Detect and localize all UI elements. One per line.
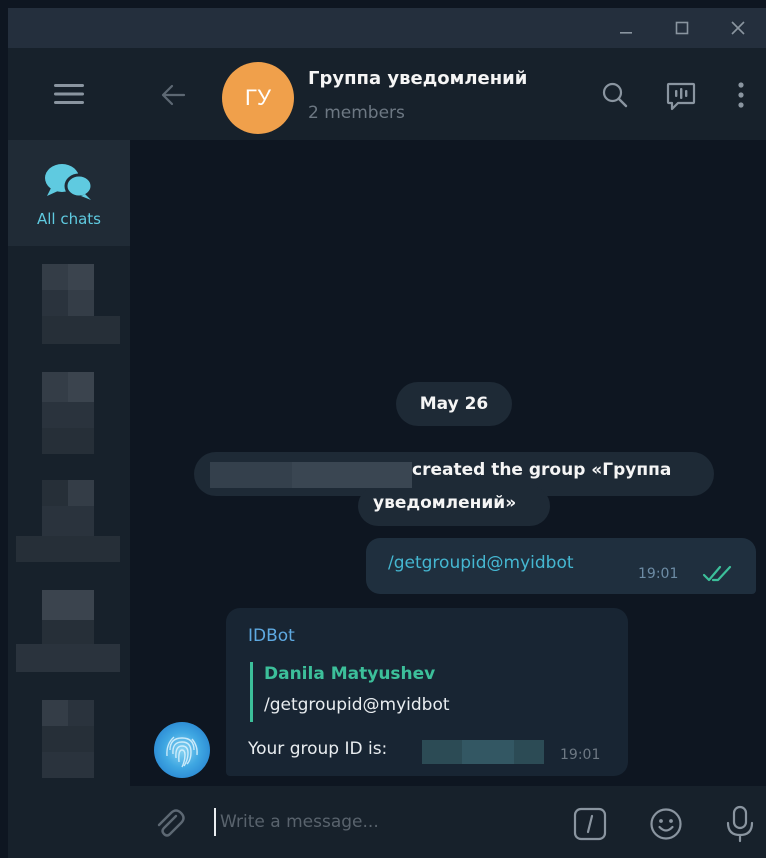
folders-sidebar: All chats — [8, 48, 130, 858]
service-message-text: created the group «Группа — [412, 460, 672, 480]
reply-quote-author[interactable]: Danila Matyushev — [264, 664, 435, 684]
message-input[interactable] — [220, 804, 540, 840]
chat-header: ГУ Группа уведомлений 2 members — [130, 48, 766, 140]
chat-members-count[interactable]: 2 members — [308, 103, 405, 123]
outgoing-message-time: 19:01 — [638, 566, 679, 582]
date-separator: May 26 — [396, 382, 512, 426]
hamburger-icon[interactable] — [8, 48, 130, 140]
more-vertical-icon[interactable] — [724, 78, 758, 112]
back-arrow-icon[interactable] — [156, 78, 190, 112]
search-icon[interactable] — [598, 78, 632, 112]
message-sender[interactable]: IDBot — [248, 626, 295, 646]
telegram-window: All chats ГУ Группа уведомлений 2 member… — [8, 8, 766, 858]
chats-icon — [45, 164, 94, 200]
attach-icon[interactable] — [150, 804, 190, 844]
fingerprint-icon — [166, 736, 198, 768]
chat-title[interactable]: Группа уведомлений — [308, 68, 527, 89]
close-icon[interactable] — [710, 8, 766, 48]
redacted-name — [210, 462, 292, 488]
incoming-message-text: Your group ID is: — [248, 739, 388, 759]
bot-avatar[interactable] — [154, 722, 210, 778]
title-bar — [8, 8, 766, 48]
emoji-icon[interactable] — [646, 804, 686, 844]
minimize-icon[interactable] — [598, 8, 654, 48]
message-composer — [130, 786, 766, 858]
message-list[interactable]: May 26 created the group «Группа уведомл… — [130, 140, 766, 786]
text-caret — [214, 808, 216, 836]
group-avatar[interactable]: ГУ — [222, 62, 294, 134]
service-message-text-line2: уведомлений» — [373, 493, 517, 513]
maximize-icon[interactable] — [654, 8, 710, 48]
incoming-message-time: 19:01 — [560, 747, 601, 763]
folder-all-chats[interactable]: All chats — [8, 140, 130, 246]
reply-quote-text[interactable]: /getgroupid@myidbot — [264, 695, 450, 715]
double-check-icon — [702, 564, 734, 588]
redacted-name-part — [292, 462, 412, 488]
voice-chat-icon[interactable] — [664, 78, 698, 112]
folder-label: All chats — [36, 210, 101, 228]
redacted-group-id-part — [462, 740, 514, 764]
microphone-icon[interactable] — [720, 804, 760, 844]
reply-quote-bar — [250, 662, 253, 722]
bot-command-icon[interactable] — [570, 804, 610, 844]
outgoing-message-text[interactable]: /getgroupid@myidbot — [388, 553, 574, 573]
